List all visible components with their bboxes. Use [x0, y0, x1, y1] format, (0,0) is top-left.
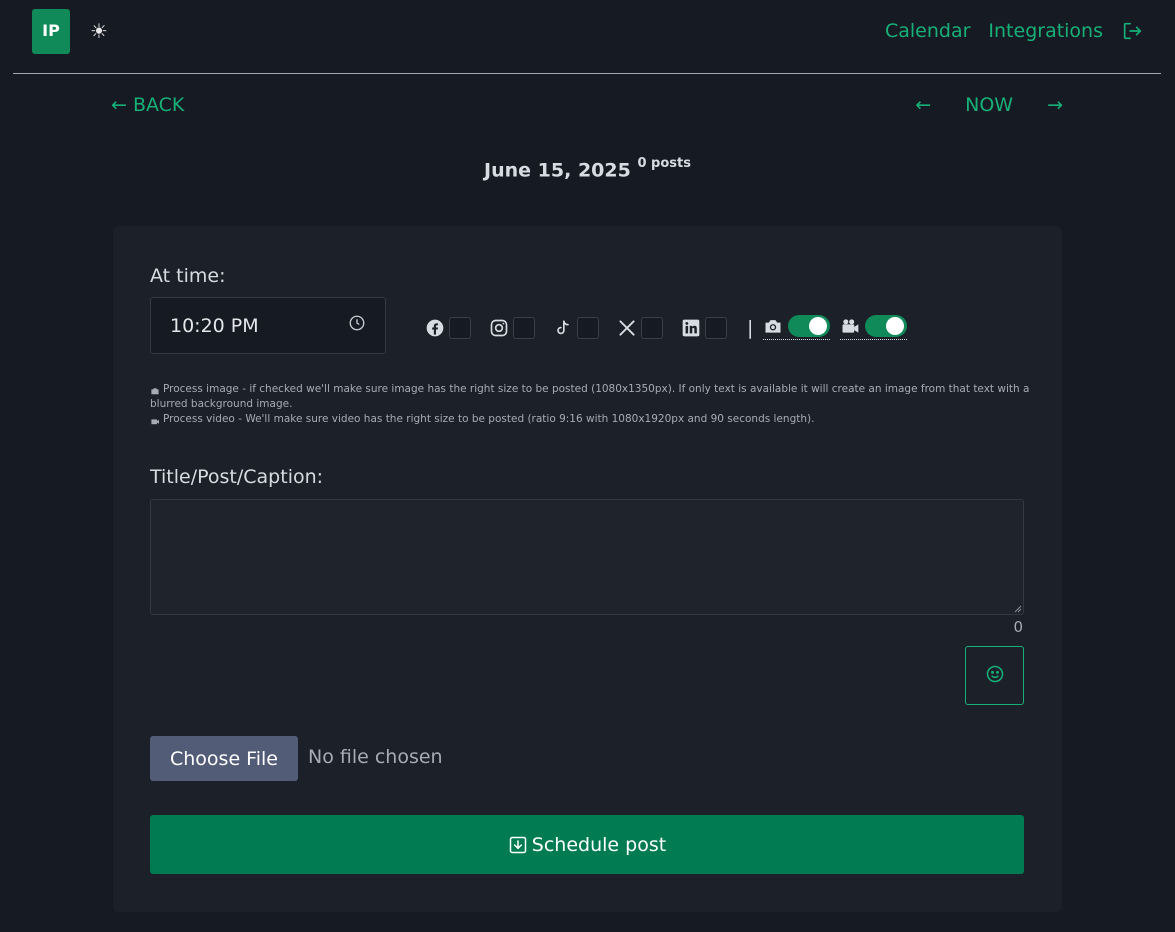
app-logo[interactable]: IP	[32, 9, 70, 54]
no-file-text: No file chosen	[308, 746, 443, 768]
caption-textarea[interactable]	[150, 499, 1024, 615]
linkedin-checkbox[interactable]	[705, 316, 727, 339]
clock-icon[interactable]	[348, 314, 366, 337]
tiktok-icon	[553, 318, 573, 338]
time-label: At time:	[150, 265, 226, 287]
caption-label: Title/Post/Caption:	[150, 466, 324, 488]
instagram-option	[489, 316, 535, 339]
camera-icon	[763, 317, 783, 335]
help-image-line: Process image - if checked we'll make su…	[150, 382, 1030, 412]
date-text: June 15, 2025	[484, 159, 631, 182]
main-nav: Calendar Integrations	[885, 20, 1143, 42]
help-video-line: Process video - We'll make sure video ha…	[150, 412, 1030, 427]
x-option	[617, 316, 663, 339]
sun-icon[interactable]: ☀	[88, 20, 110, 42]
choose-file-button[interactable]: Choose File	[150, 736, 298, 781]
process-video-toggle[interactable]	[840, 315, 908, 340]
instagram-icon	[489, 318, 509, 338]
facebook-checkbox[interactable]	[449, 316, 471, 339]
resize-handle[interactable]	[1014, 605, 1022, 613]
top-navbar: IP ☀ Calendar Integrations	[0, 0, 1175, 74]
now-button[interactable]: NOW	[965, 94, 1013, 116]
day-heading: June 15, 2025 0 posts	[0, 156, 1175, 182]
linkedin-icon	[681, 318, 701, 338]
social-selector: |	[425, 315, 917, 340]
new-post-card: At time: 10:20 PM | Process image - if c…	[113, 226, 1062, 912]
video-camera-icon	[840, 317, 860, 335]
character-count: 0	[1013, 618, 1023, 636]
process-video-switch[interactable]	[865, 315, 908, 337]
x-icon	[617, 318, 637, 338]
x-checkbox[interactable]	[641, 316, 663, 339]
help-image-text: Process image - if checked we'll make su…	[150, 383, 1030, 410]
nav-integrations-link[interactable]: Integrations	[988, 20, 1103, 42]
day-pager: ← NOW →	[915, 94, 1063, 116]
time-input[interactable]: 10:20 PM	[150, 297, 386, 354]
next-day-arrow[interactable]: →	[1047, 94, 1063, 116]
facebook-icon	[425, 318, 445, 338]
processing-help: Process image - if checked we'll make su…	[150, 382, 1030, 427]
linkedin-option	[681, 316, 727, 339]
tiktok-checkbox[interactable]	[577, 316, 599, 339]
tiktok-option	[553, 316, 599, 339]
back-link[interactable]: ← BACK	[111, 94, 184, 116]
emoji-button[interactable]	[965, 646, 1024, 705]
time-value: 10:20 PM	[170, 314, 259, 337]
download-box-icon	[508, 835, 528, 855]
instagram-checkbox[interactable]	[513, 316, 535, 339]
camera-icon	[150, 385, 160, 395]
schedule-post-button[interactable]: Schedule post	[150, 815, 1024, 874]
post-count: 0 posts	[637, 156, 691, 171]
header-divider	[13, 73, 1161, 74]
nav-calendar-link[interactable]: Calendar	[885, 20, 970, 42]
help-video-text: Process video - We'll make sure video ha…	[163, 413, 815, 425]
process-image-switch[interactable]	[788, 315, 831, 337]
logout-icon[interactable]	[1121, 20, 1143, 42]
smiley-icon	[985, 664, 1005, 688]
facebook-option	[425, 316, 471, 339]
prev-day-arrow[interactable]: ←	[915, 94, 931, 116]
schedule-post-label: Schedule post	[531, 833, 667, 856]
process-image-toggle[interactable]	[763, 315, 831, 340]
video-camera-icon	[150, 415, 160, 425]
separator: |	[747, 316, 754, 339]
